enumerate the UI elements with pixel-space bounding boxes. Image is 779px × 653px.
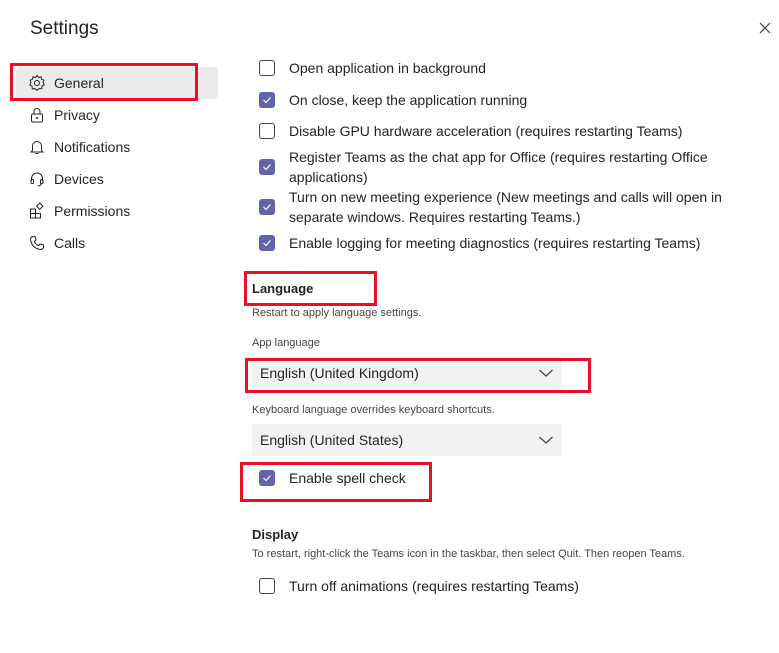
option-open-in-background[interactable]: Open application in background <box>259 58 739 78</box>
close-icon <box>759 22 771 34</box>
sidebar-item-privacy[interactable]: Privacy <box>16 99 218 131</box>
checkbox[interactable] <box>259 199 275 215</box>
sidebar-nav: General Privacy Notifications Devices Pe… <box>16 67 218 259</box>
checkbox[interactable] <box>259 470 275 486</box>
keyboard-language-label: Keyboard language overrides keyboard sho… <box>252 404 495 416</box>
sidebar-item-label: General <box>54 75 104 91</box>
sidebar-item-permissions[interactable]: Permissions <box>16 195 218 227</box>
option-keep-running[interactable]: On close, keep the application running <box>259 90 739 110</box>
sidebar-item-label: Permissions <box>54 203 131 219</box>
sidebar-item-label: Notifications <box>54 139 131 155</box>
checkbox[interactable] <box>259 60 275 76</box>
language-subtitle: Restart to apply language settings. <box>252 307 422 319</box>
check-icon <box>263 475 271 482</box>
language-heading: Language <box>252 281 314 296</box>
phone-icon <box>28 234 46 252</box>
option-turn-off-animations[interactable]: Turn off animations (requires restarting… <box>259 576 739 596</box>
app-language-value: English (United Kingdom) <box>260 365 419 381</box>
app-language-label: App language <box>252 337 320 349</box>
option-new-meeting-experience[interactable]: Turn on new meeting experience (New meet… <box>259 187 739 227</box>
option-register-chat-app[interactable]: Register Teams as the chat app for Offic… <box>259 147 739 187</box>
sidebar-item-label: Privacy <box>54 107 100 123</box>
option-disable-gpu[interactable]: Disable GPU hardware acceleration (requi… <box>259 121 739 141</box>
close-button[interactable] <box>757 20 773 36</box>
check-icon <box>263 164 271 171</box>
sidebar-item-calls[interactable]: Calls <box>16 227 218 259</box>
check-icon <box>263 204 271 211</box>
sidebar-item-notifications[interactable]: Notifications <box>16 131 218 163</box>
lock-icon <box>28 106 46 124</box>
app-language-select[interactable]: English (United Kingdom) <box>252 357 562 389</box>
display-subtitle: To restart, right-click the Teams icon i… <box>252 548 685 560</box>
checkbox[interactable] <box>259 92 275 108</box>
option-spell-check[interactable]: Enable spell check <box>259 468 739 488</box>
checkbox[interactable] <box>259 123 275 139</box>
apps-icon <box>28 202 46 220</box>
checkbox[interactable] <box>259 578 275 594</box>
sidebar-item-label: Devices <box>54 171 104 187</box>
keyboard-language-value: English (United States) <box>260 432 404 448</box>
sidebar-item-general[interactable]: General <box>16 67 218 99</box>
checkbox[interactable] <box>259 159 275 175</box>
headset-icon <box>28 170 46 188</box>
page-title: Settings <box>30 18 99 39</box>
chevron-down-icon <box>539 436 553 444</box>
sidebar-item-devices[interactable]: Devices <box>16 163 218 195</box>
bell-icon <box>28 138 46 156</box>
checkbox[interactable] <box>259 235 275 251</box>
display-heading: Display <box>252 527 299 542</box>
chevron-down-icon <box>539 369 553 377</box>
check-icon <box>263 97 271 104</box>
check-icon <box>263 240 271 247</box>
gear-icon <box>28 74 46 92</box>
keyboard-language-select[interactable]: English (United States) <box>252 424 562 456</box>
option-meeting-diagnostics[interactable]: Enable logging for meeting diagnostics (… <box>259 233 739 253</box>
sidebar-item-label: Calls <box>54 235 86 251</box>
